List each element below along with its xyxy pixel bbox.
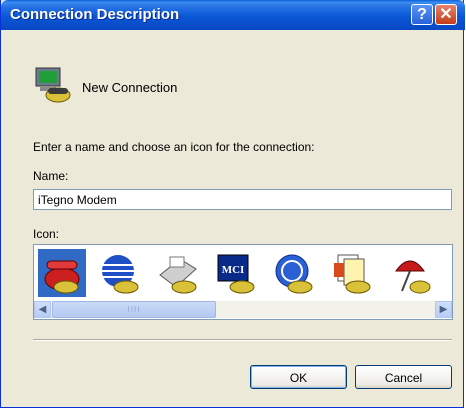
window-title: Connection Description: [10, 6, 180, 23]
close-button[interactable]: ✕: [435, 4, 457, 25]
scroll-left-arrow-icon[interactable]: ◀: [34, 301, 51, 318]
title-bar[interactable]: Connection Description ? ✕: [1, 0, 465, 30]
documents-icon[interactable]: [328, 249, 376, 297]
icon-label: Icon:: [33, 227, 60, 241]
name-field[interactable]: [33, 189, 452, 210]
striped-globe-icon[interactable]: [96, 249, 144, 297]
help-button[interactable]: ?: [411, 4, 433, 25]
connection-description-dialog: Connection Description ? ✕ New Connectio…: [0, 0, 465, 408]
umbrella-icon[interactable]: [386, 249, 434, 297]
scroll-right-arrow-icon[interactable]: ▶: [435, 301, 452, 318]
red-telephone-icon[interactable]: [38, 249, 86, 297]
mci-icon[interactable]: MCI: [212, 249, 260, 297]
connection-header-label: New Connection: [82, 80, 178, 95]
name-label: Name:: [33, 169, 69, 183]
horizontal-scrollbar[interactable]: ◀ IIII ▶: [34, 301, 452, 318]
connection-icon: [35, 67, 71, 103]
icon-list[interactable]: MCI ◀ IIII ▶: [33, 244, 453, 320]
divider: [33, 339, 452, 341]
fax-machine-icon[interactable]: [154, 249, 202, 297]
ge-icon[interactable]: [270, 249, 318, 297]
instruction-text: Enter a name and choose an icon for the …: [33, 140, 315, 154]
ok-button[interactable]: OK: [250, 365, 347, 389]
scroll-thumb[interactable]: IIII: [52, 301, 216, 318]
cancel-button[interactable]: Cancel: [355, 365, 452, 389]
svg-text:MCI: MCI: [222, 264, 245, 276]
